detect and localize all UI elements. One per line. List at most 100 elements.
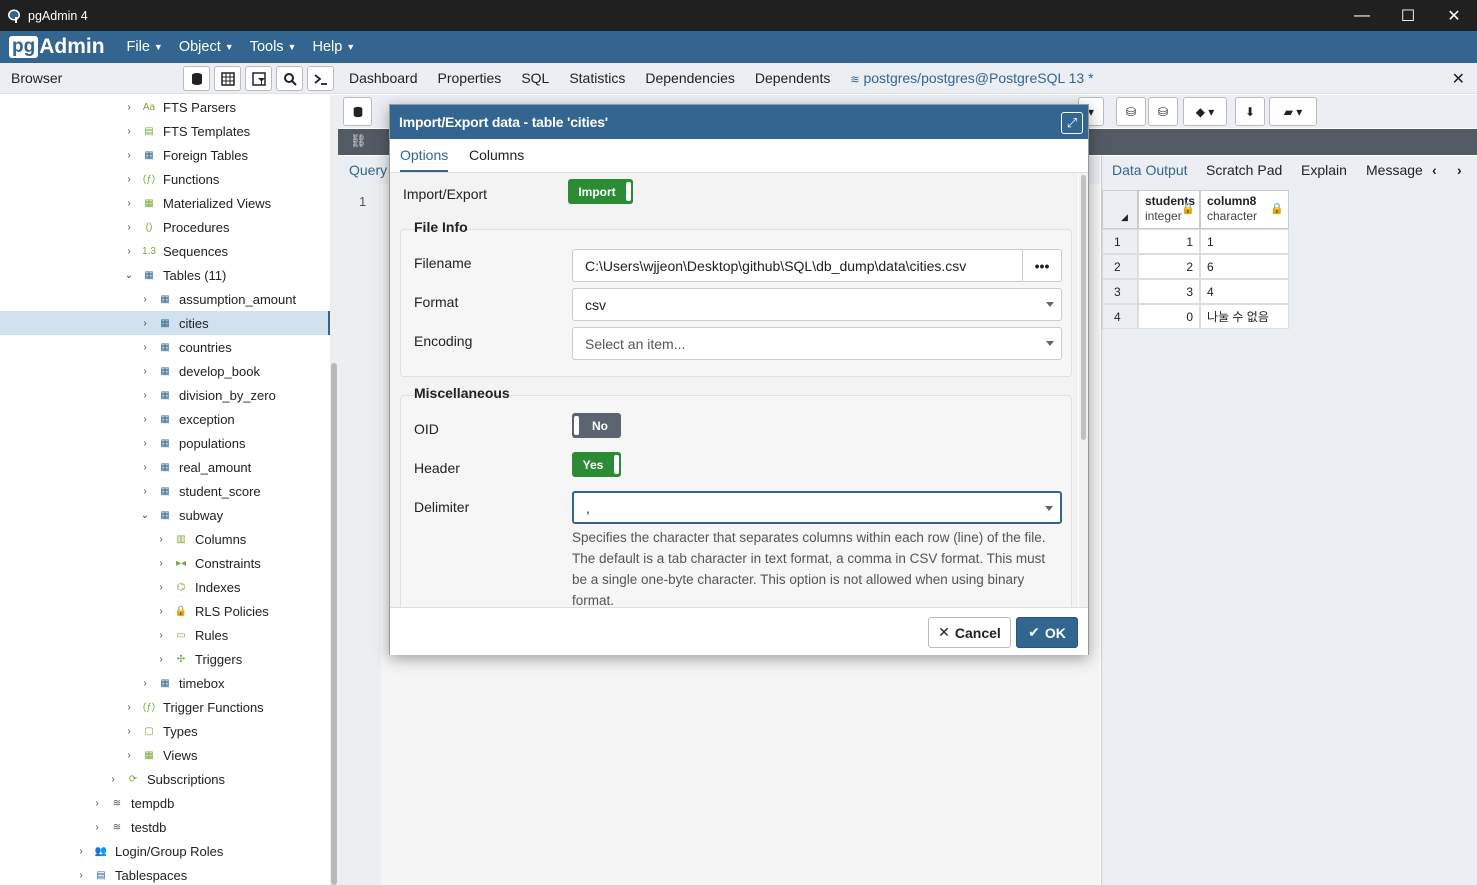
header-toggle[interactable]: Yes: [572, 452, 621, 477]
browser-tree[interactable]: › Aa FTS Parsers › ▤ FTS Templates › ▦ Foreign T…: [0, 95, 330, 885]
tab-explain[interactable]: Explain: [1301, 162, 1347, 178]
tree-item[interactable]: › ✣ Triggers: [0, 647, 330, 671]
tab-scratch-pad[interactable]: Scratch Pad: [1206, 162, 1282, 178]
tree-item[interactable]: › ▦ develop_book: [0, 359, 330, 383]
chevron-right-icon[interactable]: ›: [140, 366, 150, 377]
tree-item[interactable]: ⌄ ▦ subway: [0, 503, 330, 527]
chevron-right-icon[interactable]: ›: [156, 606, 166, 617]
tab-data-output[interactable]: Data Output: [1112, 162, 1188, 178]
tree-item[interactable]: › ▦ assumption_amount: [0, 287, 330, 311]
minimize-button[interactable]: —: [1339, 0, 1385, 31]
row-number[interactable]: 3: [1102, 279, 1138, 304]
tree-item[interactable]: › ▤ Tablespaces: [0, 863, 330, 885]
maximize-dialog-icon[interactable]: ⤢: [1061, 112, 1083, 134]
tree-item[interactable]: › ▢ Types: [0, 719, 330, 743]
chevron-right-icon[interactable]: ›: [76, 846, 86, 857]
grid-cell[interactable]: 나눌 수 없음: [1200, 304, 1289, 329]
maximize-button[interactable]: ☐: [1385, 0, 1431, 31]
tab-statistics[interactable]: Statistics: [569, 70, 625, 86]
chevron-right-icon[interactable]: ›: [140, 438, 150, 449]
tab-sql[interactable]: SQL: [521, 70, 549, 86]
chevron-right-icon[interactable]: ›: [156, 534, 166, 545]
tree-item[interactable]: › ≋ testdb: [0, 815, 330, 839]
chevron-right-icon[interactable]: ›: [124, 222, 134, 233]
tree-item[interactable]: › (ƒ) Trigger Functions: [0, 695, 330, 719]
ok-button[interactable]: ✔ OK: [1016, 617, 1078, 648]
tab-query-tool[interactable]: ≋ postgres/postgres@PostgreSQL 13 *: [850, 70, 1093, 86]
tree-item[interactable]: › ▦ cities: [0, 311, 330, 335]
tab-options[interactable]: Options: [400, 147, 449, 172]
dialog-scrollbar[interactable]: [1079, 173, 1088, 607]
tree-item[interactable]: › ▦ Views: [0, 743, 330, 767]
tree-item[interactable]: › ⌬ Indexes: [0, 575, 330, 599]
chevron-right-icon[interactable]: ›: [124, 726, 134, 737]
tree-item[interactable]: › 🔒 RLS Policies: [0, 599, 330, 623]
grid-cell[interactable]: 4: [1200, 279, 1289, 304]
grid-cell[interactable]: 3: [1138, 279, 1200, 304]
tree-item[interactable]: › ▦ Materialized Views: [0, 191, 330, 215]
chevron-right-icon[interactable]: ›: [124, 126, 134, 137]
rollback-button[interactable]: ⛁: [1148, 97, 1178, 126]
tree-item[interactable]: › ▦ populations: [0, 431, 330, 455]
tree-item[interactable]: › ▸◂ Constraints: [0, 551, 330, 575]
column-header-column8[interactable]: column8 character 🔒: [1200, 190, 1289, 229]
chevron-right-icon[interactable]: ›: [140, 462, 150, 473]
row-number[interactable]: 2: [1102, 254, 1138, 279]
chevron-right-icon[interactable]: ›: [92, 822, 102, 833]
tree-item[interactable]: › Aa FTS Parsers: [0, 95, 330, 119]
chevron-right-icon[interactable]: ›: [92, 798, 102, 809]
column-header-students[interactable]: students integer 🔒: [1138, 190, 1200, 229]
chevron-right-icon[interactable]: ›: [124, 198, 134, 209]
chevron-right-icon[interactable]: ›: [140, 678, 150, 689]
delimiter-select[interactable]: ,: [572, 491, 1062, 524]
row-number[interactable]: 1: [1102, 229, 1138, 254]
tree-item[interactable]: › ▭ Rules: [0, 623, 330, 647]
commit-button[interactable]: ⛁: [1116, 97, 1146, 126]
tree-item[interactable]: › ≋ tempdb: [0, 791, 330, 815]
cancel-button[interactable]: ✕ Cancel: [928, 617, 1011, 648]
grid-cell[interactable]: 2: [1138, 254, 1200, 279]
chevron-left-icon[interactable]: ‹: [1432, 162, 1437, 178]
chevron-right-icon[interactable]: ›: [156, 582, 166, 593]
tree-item[interactable]: ⌄ ▦ Tables (11): [0, 263, 330, 287]
chevron-right-icon[interactable]: ›: [140, 414, 150, 425]
browse-file-button[interactable]: •••: [1022, 249, 1062, 282]
oid-toggle[interactable]: No: [572, 413, 621, 438]
tree-item[interactable]: › (ƒ) Functions: [0, 167, 330, 191]
chevron-right-icon[interactable]: ›: [124, 150, 134, 161]
object-properties-button[interactable]: [183, 66, 210, 91]
chevron-right-icon[interactable]: ›: [124, 246, 134, 257]
tab-dependencies[interactable]: Dependencies: [645, 70, 735, 86]
row-number[interactable]: 4: [1102, 304, 1138, 329]
filename-input[interactable]: C:\Users\wjjeon\Desktop\github\SQL\db_du…: [572, 249, 1023, 282]
menu-file[interactable]: File ▼: [127, 39, 163, 55]
tree-item[interactable]: › ▦ student_score: [0, 479, 330, 503]
grid-cell[interactable]: 1: [1138, 229, 1200, 254]
tab-properties[interactable]: Properties: [438, 70, 502, 86]
tree-item[interactable]: › () Procedures: [0, 215, 330, 239]
chevron-right-icon[interactable]: ›: [124, 750, 134, 761]
tree-item[interactable]: › ▦ Foreign Tables: [0, 143, 330, 167]
tree-item[interactable]: › ▦ exception: [0, 407, 330, 431]
psql-tool-button[interactable]: [307, 66, 334, 91]
clear-button[interactable]: ◆ ▾: [1183, 97, 1227, 126]
chevron-right-icon[interactable]: ›: [124, 174, 134, 185]
browser-scrollbar[interactable]: [330, 95, 338, 885]
tree-item[interactable]: › ▦ real_amount: [0, 455, 330, 479]
chevron-right-icon[interactable]: ›: [76, 870, 86, 881]
chevron-right-icon[interactable]: ›: [156, 654, 166, 665]
chevron-right-icon[interactable]: ›: [108, 774, 118, 785]
tree-item[interactable]: › 👥 Login/Group Roles: [0, 839, 330, 863]
tree-item[interactable]: › ▦ timebox: [0, 671, 330, 695]
grid-cell[interactable]: 0: [1138, 304, 1200, 329]
chevron-right-icon[interactable]: ›: [140, 342, 150, 353]
filtered-rows-button[interactable]: [245, 66, 272, 91]
tab-query[interactable]: Query: [349, 162, 387, 178]
grid-cell[interactable]: 1: [1200, 229, 1289, 254]
tab-messages[interactable]: Message: [1366, 162, 1423, 178]
chevron-right-icon[interactable]: ›: [140, 294, 150, 305]
chevron-down-icon[interactable]: ⌄: [140, 510, 150, 521]
chevron-right-icon[interactable]: ›: [156, 558, 166, 569]
chevron-right-icon[interactable]: ›: [140, 486, 150, 497]
tree-item[interactable]: › ▦ division_by_zero: [0, 383, 330, 407]
